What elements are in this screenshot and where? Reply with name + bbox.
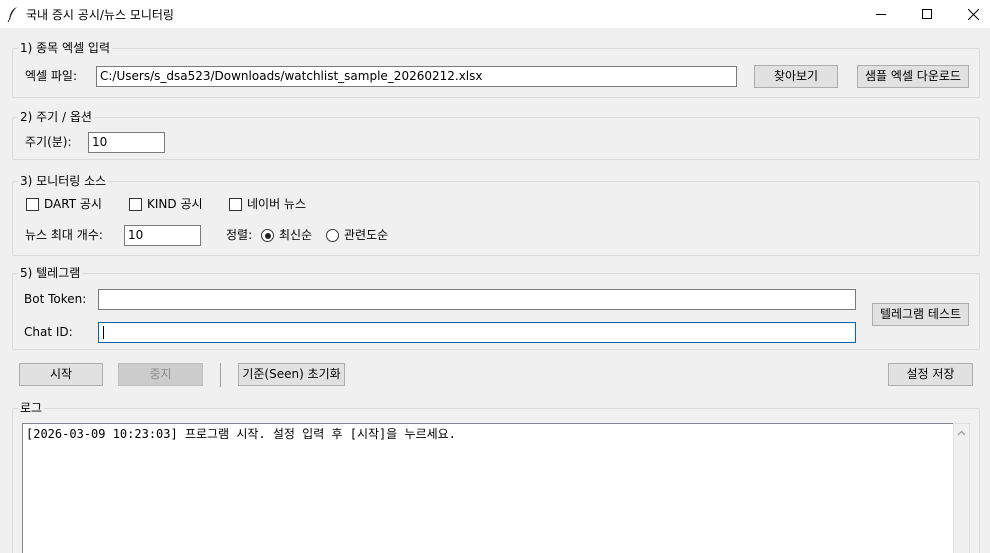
log-line: [2026-03-09 10:23:03] 프로그램 시작. 설정 입력 후 [… xyxy=(26,427,456,441)
browse-button[interactable]: 찾아보기 xyxy=(754,65,838,88)
start-button[interactable]: 시작 xyxy=(19,363,103,386)
naver-news-checkbox[interactable] xyxy=(229,198,242,211)
telegram-test-button[interactable]: 텔레그램 테스트 xyxy=(872,303,969,326)
title-bar: 국내 증시 공시/뉴스 모니터링 xyxy=(0,0,990,28)
sort-latest-label: 최신순 xyxy=(279,228,313,242)
dart-label: DART 공시 xyxy=(44,197,102,211)
kind-checkbox[interactable] xyxy=(129,198,142,211)
log-legend: 로그 xyxy=(18,400,45,416)
monitoring-sources-legend: 3) 모니터링 소스 xyxy=(18,173,109,189)
period-options-legend: 2) 주기 / 옵션 xyxy=(18,109,94,125)
dart-checkbox[interactable] xyxy=(26,198,39,211)
toolbar-separator xyxy=(220,363,221,387)
window-title: 국내 증시 공시/뉴스 모니터링 xyxy=(26,8,174,22)
excel-file-input[interactable]: C:/Users/s_dsa523/Downloads/watchlist_sa… xyxy=(96,66,737,87)
feather-icon xyxy=(7,7,17,22)
bot-token-label: Bot Token: xyxy=(24,292,87,306)
kind-label: KIND 공시 xyxy=(147,197,203,211)
sample-excel-download-button[interactable]: 샘플 엑셀 다운로드 xyxy=(857,65,969,88)
scroll-up-icon[interactable] xyxy=(957,430,966,436)
close-button[interactable] xyxy=(950,0,990,28)
sort-label: 정렬: xyxy=(226,228,253,242)
close-icon xyxy=(968,9,979,20)
log-textbox[interactable]: [2026-03-09 10:23:03] 프로그램 시작. 설정 입력 후 [… xyxy=(22,423,953,553)
max-news-label: 뉴스 최대 개수: xyxy=(25,228,103,242)
excel-file-label: 엑셀 파일: xyxy=(25,69,78,83)
max-news-input[interactable]: 10 xyxy=(124,225,201,246)
chat-id-label: Chat ID: xyxy=(24,325,73,339)
log-scrollbar[interactable] xyxy=(953,423,970,553)
telegram-legend: 5) 텔레그램 xyxy=(18,265,83,281)
maximize-icon xyxy=(922,9,932,19)
sort-relevance-label: 관련도순 xyxy=(344,228,389,242)
minimize-icon xyxy=(876,14,886,15)
stop-button[interactable]: 중지 xyxy=(118,363,203,386)
bot-token-input[interactable] xyxy=(98,289,856,310)
chat-id-input[interactable] xyxy=(98,322,856,343)
minimize-button[interactable] xyxy=(858,0,904,28)
sort-latest-radio[interactable] xyxy=(261,229,274,242)
maximize-button[interactable] xyxy=(904,0,950,28)
save-settings-button[interactable]: 설정 저장 xyxy=(888,363,973,386)
sort-relevance-radio[interactable] xyxy=(326,229,339,242)
naver-news-label: 네이버 뉴스 xyxy=(247,197,307,211)
period-label: 주기(분): xyxy=(25,135,72,149)
excel-input-legend: 1) 종목 엑셀 입력 xyxy=(18,40,113,56)
reset-seen-button[interactable]: 기준(Seen) 초기화 xyxy=(238,363,345,386)
period-input[interactable]: 10 xyxy=(88,132,165,153)
text-cursor xyxy=(103,326,104,339)
